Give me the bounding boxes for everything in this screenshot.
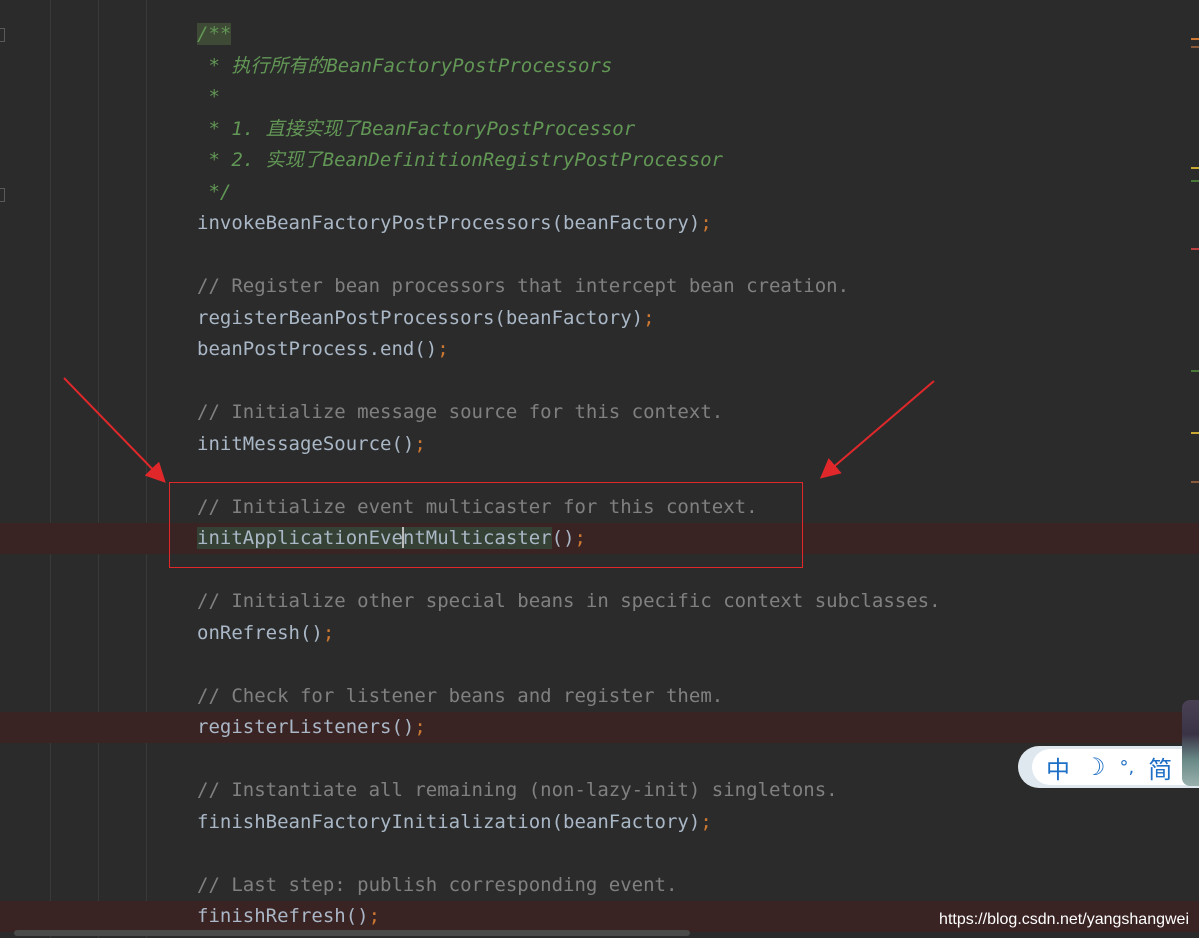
horizontal-scrollbar[interactable] bbox=[14, 930, 690, 936]
ime-toolbar[interactable]: 中 ☽ °, 简 bbox=[1018, 746, 1199, 788]
punctuation-toggle[interactable]: °, bbox=[1120, 757, 1135, 778]
left-arrow-icon bbox=[63, 377, 166, 483]
simplified-toggle[interactable]: 简 bbox=[1148, 750, 1172, 785]
watermark-url: https://blog.csdn.net/yangshangwei bbox=[939, 911, 1189, 928]
right-arrow-icon bbox=[819, 380, 935, 479]
ime-mode-toggle[interactable]: 中 bbox=[1046, 750, 1070, 785]
ime-mascot-image bbox=[1182, 700, 1199, 786]
annotation-arrows bbox=[63, 377, 935, 483]
code-editor[interactable]: /** * 执行所有的BeanFactoryPostProcessors * *… bbox=[0, 0, 1199, 938]
crescent-moon-icon[interactable]: ☽ bbox=[1084, 753, 1106, 781]
